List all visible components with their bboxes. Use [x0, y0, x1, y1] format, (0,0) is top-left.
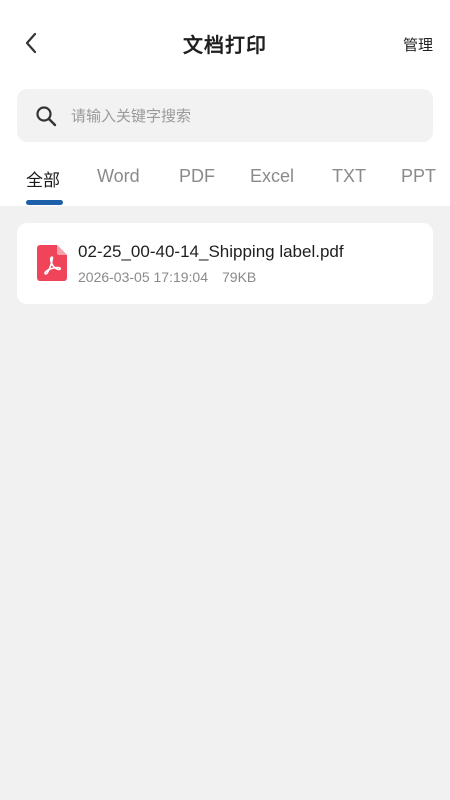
list-item[interactable]: 02-25_00-40-14_Shipping label.pdf 2026-0… [17, 223, 433, 304]
tab-word[interactable]: Word [97, 166, 140, 187]
search-input[interactable] [71, 106, 391, 125]
manage-button[interactable]: 管理 [403, 34, 433, 55]
active-tab-indicator [26, 200, 63, 205]
search-icon [36, 105, 57, 126]
file-date: 2026-03-05 17:19:04 [78, 269, 208, 285]
search-bar[interactable] [17, 89, 433, 142]
tab-all[interactable]: 全部 [26, 166, 60, 191]
pdf-file-icon [37, 245, 67, 281]
file-name: 02-25_00-40-14_Shipping label.pdf [78, 242, 344, 261]
file-size: 79KB [222, 269, 257, 285]
page-title: 文档打印 [183, 33, 267, 57]
tab-ppt[interactable]: PPT [401, 166, 436, 187]
tab-txt[interactable]: TXT [332, 166, 366, 187]
tab-excel[interactable]: Excel [250, 166, 294, 187]
file-meta: 2026-03-05 17:19:04 79KB [78, 269, 256, 285]
file-type-tabs: 全部 Word PDF Excel TXT PPT [0, 166, 450, 206]
tab-pdf[interactable]: PDF [179, 166, 215, 187]
top-panel: 文档打印 管理 全部 Word PDF Excel TXT PPT [0, 0, 450, 206]
header-bar: 文档打印 管理 [0, 0, 450, 88]
